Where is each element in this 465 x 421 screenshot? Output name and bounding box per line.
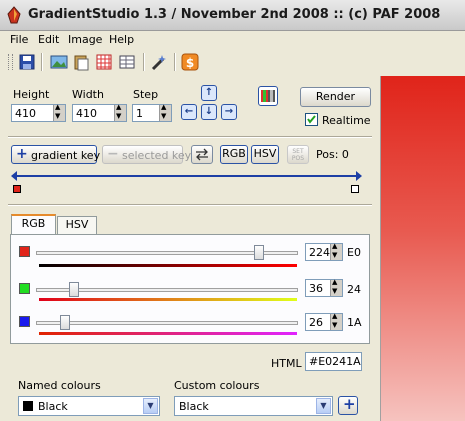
set-pos-button[interactable]: SET POS (287, 145, 309, 164)
gradient-key-end[interactable] (351, 185, 359, 193)
step-label: Step (133, 88, 159, 101)
menu-image[interactable]: Image (68, 33, 102, 46)
title-bar[interactable]: GradientStudio 1.3 / November 2nd 2008 :… (0, 0, 465, 31)
named-colours-value: Black (38, 400, 68, 413)
dollar-icon[interactable]: $ (181, 53, 199, 71)
red-value: 224 (309, 246, 330, 259)
height-value: 410 (15, 107, 36, 120)
blue-hex: 1A (347, 316, 362, 329)
toolbar-separator (174, 53, 176, 71)
green-value-spinner[interactable]: 36 (305, 278, 343, 297)
step-value: 1 (136, 107, 143, 120)
named-colour-swatch (23, 401, 33, 411)
html-color-input[interactable]: #E0241A (305, 352, 362, 371)
arrow-right-button[interactable]: → (221, 104, 237, 120)
toolbar-separator (143, 53, 145, 71)
plus-icon: + (343, 395, 356, 413)
realtime-checkbox[interactable] (305, 113, 318, 126)
wand-icon[interactable] (150, 53, 168, 71)
menu-edit[interactable]: Edit (38, 33, 59, 46)
red-hex: E0 (347, 246, 361, 259)
color-mode-button[interactable] (258, 86, 278, 106)
blue-slider-track[interactable] (36, 321, 298, 325)
table-icon[interactable] (118, 53, 136, 71)
green-swatch (19, 283, 30, 294)
green-gradient-bar (39, 298, 297, 301)
menu-bar: File Edit Image Help (0, 31, 465, 49)
blue-gradient-bar (39, 332, 297, 335)
html-label: HTML (271, 357, 302, 370)
named-colours-label: Named colours (18, 379, 101, 392)
blue-swatch (19, 316, 30, 327)
toolbar-grip[interactable] (8, 54, 13, 70)
custom-colours-value: Black (179, 400, 209, 413)
gradient-key-line[interactable] (15, 175, 360, 177)
minus-icon: − (107, 146, 119, 162)
red-gradient-bar (39, 264, 297, 267)
html-color-value: #E0241A (309, 355, 361, 368)
realtime-label: Realtime (322, 114, 371, 127)
red-swatch (19, 246, 30, 257)
tab-rgb[interactable]: RGB (11, 214, 56, 235)
paste-icon[interactable] (72, 53, 90, 71)
tab-hsv[interactable]: HSV (57, 216, 97, 234)
height-spinner[interactable]: 410 (11, 103, 66, 122)
chevron-down-icon[interactable]: ▼ (316, 398, 331, 414)
green-slider-thumb[interactable] (69, 282, 80, 297)
arrow-down-button[interactable]: ↓ (201, 104, 217, 120)
blue-slider-thumb[interactable] (59, 315, 70, 330)
add-custom-colour-button[interactable]: + (338, 395, 358, 415)
custom-colours-label: Custom colours (174, 379, 260, 392)
remove-selected-key-button[interactable]: − selected key (102, 145, 191, 164)
image-icon[interactable] (50, 53, 68, 71)
step-spinner[interactable]: 1 (132, 103, 172, 122)
divider (8, 204, 372, 206)
grid-icon[interactable] (95, 53, 113, 71)
green-value: 36 (309, 282, 323, 295)
save-icon[interactable] (18, 53, 36, 71)
swap-icon (196, 148, 208, 161)
red-value-spinner[interactable]: 224 (305, 242, 343, 261)
blue-value-spinner[interactable]: 26 (305, 312, 343, 331)
toolbar-separator (41, 53, 43, 71)
selected-key-label: selected key (122, 149, 192, 162)
chevron-down-icon[interactable]: ▼ (143, 398, 158, 414)
toolbar: $ (0, 50, 380, 74)
app-icon (7, 6, 21, 24)
render-button[interactable]: Render (300, 87, 371, 107)
window-title: GradientStudio 1.3 / November 2nd 2008 :… (28, 7, 441, 22)
gradient-key-label: gradient key (31, 149, 101, 162)
key-line-end-arrow (354, 171, 362, 181)
gradient-key-start[interactable] (13, 185, 21, 193)
width-label: Width (72, 88, 104, 101)
plus-icon: + (16, 146, 28, 162)
arrow-up-button[interactable]: ↑ (201, 85, 217, 101)
height-label: Height (13, 88, 50, 101)
divider (8, 136, 372, 138)
green-hex: 24 (347, 283, 361, 296)
position-label: Pos: 0 (316, 148, 349, 161)
width-value: 410 (76, 107, 97, 120)
arrow-left-button[interactable]: ← (181, 104, 197, 120)
custom-colours-select[interactable]: Black ▼ (174, 396, 333, 416)
width-spinner[interactable]: 410 (72, 103, 127, 122)
add-gradient-key-button[interactable]: + gradient key (11, 145, 101, 164)
named-colours-select[interactable]: Black ▼ (18, 396, 160, 416)
rgb-mode-button[interactable]: RGB (220, 145, 248, 164)
menu-help[interactable]: Help (109, 33, 134, 46)
svg-text:$: $ (186, 56, 194, 70)
hsv-mode-button[interactable]: HSV (251, 145, 279, 164)
swap-keys-button[interactable] (191, 145, 213, 164)
gradient-preview[interactable] (380, 76, 465, 421)
red-slider-thumb[interactable] (253, 245, 264, 260)
blue-value: 26 (309, 316, 323, 329)
menu-file[interactable]: File (10, 33, 28, 46)
